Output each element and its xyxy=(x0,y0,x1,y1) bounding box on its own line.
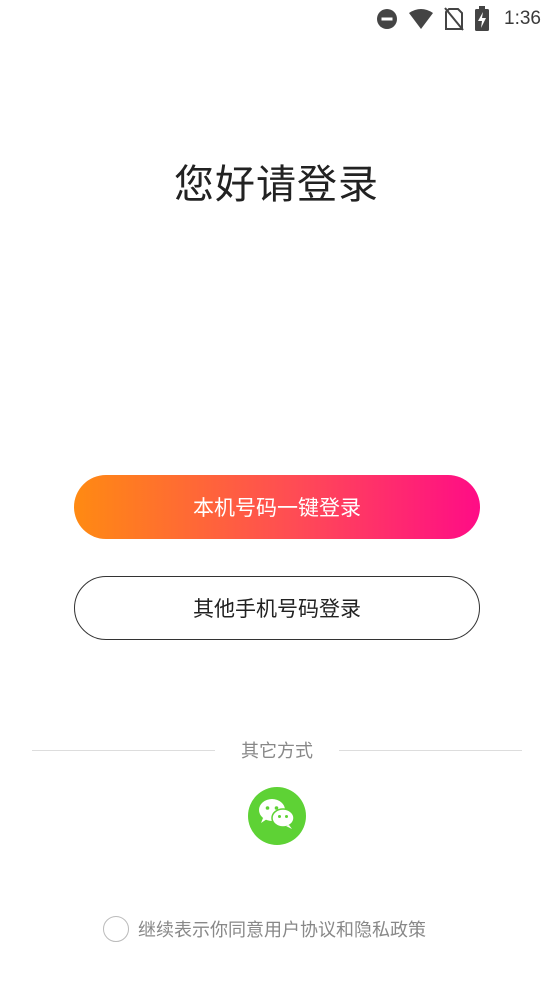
agreement-checkbox[interactable] xyxy=(103,916,129,942)
no-sim-icon xyxy=(444,7,464,31)
status-icons: 1:36 xyxy=(376,6,541,32)
wechat-icon xyxy=(257,797,297,835)
agreement-text[interactable]: 继续表示你同意用户协议和隐私政策 xyxy=(138,916,426,942)
battery-charging-icon xyxy=(474,6,490,32)
do-not-disturb-icon xyxy=(376,8,398,30)
page-title: 您好请登录 xyxy=(174,162,379,208)
status-bar: 1:36 xyxy=(0,0,553,38)
status-time: 1:36 xyxy=(504,8,541,29)
other-phone-login-button[interactable]: 其他手机号码登录 xyxy=(74,576,480,640)
agreement-row: 继续表示你同意用户协议和隐私政策 xyxy=(103,914,426,944)
divider-right xyxy=(339,750,522,751)
wifi-icon xyxy=(408,8,434,30)
wechat-login-button[interactable] xyxy=(248,787,306,845)
login-screen: 1:36 您好请登录 本机号码一键登录 其他手机号码登录 其它方式 继续表示你同… xyxy=(0,0,553,983)
divider-left xyxy=(32,750,215,751)
one-click-login-button[interactable]: 本机号码一键登录 xyxy=(74,475,480,539)
other-methods-label: 其它方式 xyxy=(241,741,313,762)
